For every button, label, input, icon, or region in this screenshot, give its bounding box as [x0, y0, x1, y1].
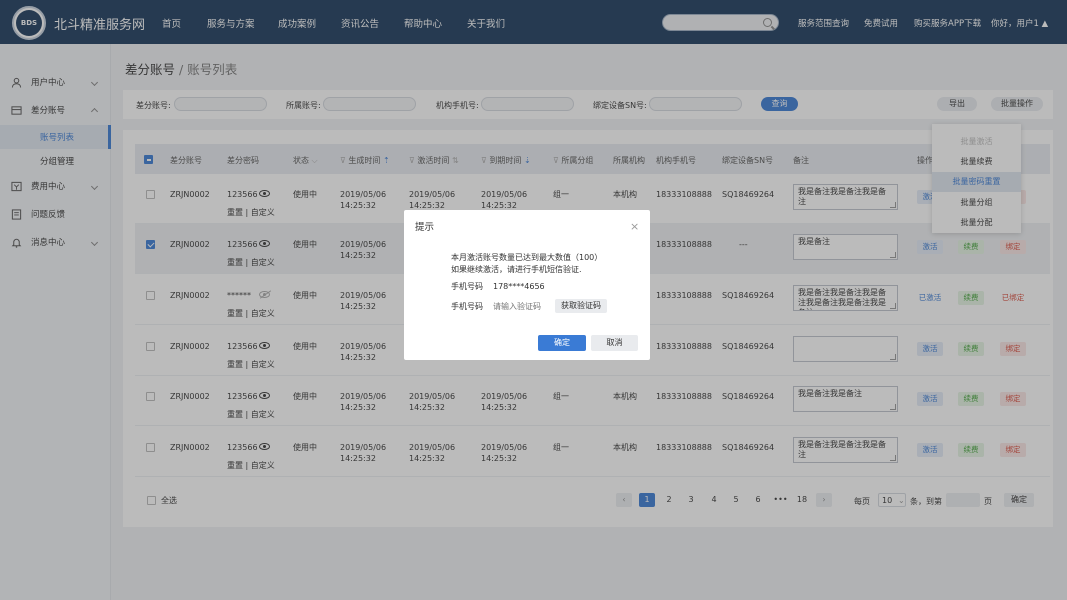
phone-label: 手机号码 — [451, 282, 483, 291]
verify-code-input[interactable] — [493, 299, 551, 313]
modal-title: 提示 — [415, 222, 435, 233]
modal-message-line2: 如果继续激活，请进行手机短信验证. — [451, 265, 582, 274]
get-code-button[interactable]: 获取验证码 — [555, 299, 607, 313]
modal-message-line1: 本月激活账号数量已达到最大数值（100） — [451, 253, 603, 262]
verify-modal: 提示 × 本月激活账号数量已达到最大数值（100） 如果继续激活，请进行手机短信… — [404, 210, 650, 360]
close-icon[interactable]: × — [630, 221, 639, 232]
modal-ok-button[interactable]: 确定 — [538, 335, 586, 351]
modal-cancel-button[interactable]: 取消 — [591, 335, 638, 351]
code-label: 手机号码 — [451, 302, 483, 311]
phone-value: 178****4656 — [493, 282, 545, 291]
